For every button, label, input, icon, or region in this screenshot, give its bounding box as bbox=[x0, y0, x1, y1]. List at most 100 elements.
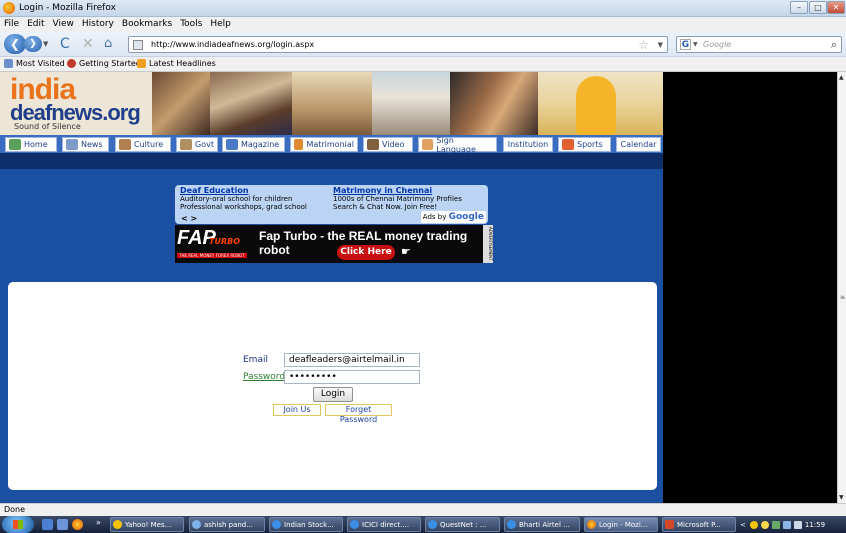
firefox-icon bbox=[587, 520, 596, 529]
taskbar-item-yahoo[interactable]: Yahoo! Mes... bbox=[110, 517, 184, 532]
switch-windows-icon[interactable] bbox=[57, 519, 68, 530]
chat-window-icon bbox=[192, 520, 201, 529]
nav-matrimonial[interactable]: Matrimonial bbox=[290, 137, 358, 152]
bookmark-star-icon[interactable]: ☆ bbox=[638, 38, 649, 52]
maximize-button[interactable]: □ bbox=[809, 1, 827, 14]
address-bar[interactable]: http://www.indiadeafnews.org/login.aspx … bbox=[128, 36, 668, 53]
nav-culture[interactable]: Culture bbox=[115, 137, 171, 152]
join-us-link[interactable]: Join Us bbox=[273, 404, 321, 416]
tray-network-icon[interactable] bbox=[771, 520, 780, 529]
history-dropdown-icon[interactable]: ▼ bbox=[43, 40, 48, 48]
fap-turbo-banner-ad[interactable]: FAP TURBO THE REAL MONEY FOREX ROBOT Fap… bbox=[175, 225, 493, 263]
show-desktop-icon[interactable] bbox=[42, 519, 53, 530]
tray-messenger-icon[interactable] bbox=[749, 520, 758, 529]
menu-bar: File Edit View History Bookmarks Tools Help bbox=[0, 17, 846, 32]
taskbar-item-ashish[interactable]: ashish pand... bbox=[189, 517, 265, 532]
windows-logo-icon bbox=[13, 520, 23, 529]
reload-button[interactable]: C bbox=[60, 36, 70, 52]
taskbar-clock[interactable]: 11:59 bbox=[805, 521, 825, 529]
password-field[interactable]: ••••••••• bbox=[284, 370, 420, 384]
google-engine-icon[interactable]: G bbox=[680, 39, 691, 50]
nav-magazine[interactable]: Magazine bbox=[222, 137, 285, 152]
menu-edit[interactable]: Edit bbox=[27, 17, 44, 32]
bookmarks-toolbar: Most Visited Getting Started Latest Head… bbox=[0, 57, 846, 72]
menu-view[interactable]: View bbox=[53, 17, 74, 32]
tray-collapse-icon[interactable]: < bbox=[740, 521, 746, 529]
nav-calendar[interactable]: Calendar bbox=[616, 137, 661, 152]
ads-by-google-link[interactable]: Ads by Google bbox=[420, 211, 486, 223]
minimize-button[interactable]: – bbox=[790, 1, 808, 14]
ad-matrimony-chennai[interactable]: Matrimony in Chennai 1000s of Chennai Ma… bbox=[333, 187, 462, 212]
forward-button[interactable]: ❯ bbox=[24, 36, 42, 52]
news-nav-icon bbox=[66, 139, 78, 150]
menu-help[interactable]: Help bbox=[210, 17, 231, 32]
window-title: Login - Mozilla Firefox bbox=[19, 3, 116, 13]
nav-sports[interactable]: Sports bbox=[558, 137, 611, 152]
scroll-down-icon[interactable]: ▼ bbox=[839, 494, 844, 501]
menu-bookmarks[interactable]: Bookmarks bbox=[122, 17, 172, 32]
taskbar-item-icici[interactable]: ICICI direct.... bbox=[347, 517, 421, 532]
nav-govt[interactable]: Govt bbox=[176, 137, 218, 152]
taskbar-item-firefox-login[interactable]: Login - Mozi... bbox=[584, 517, 658, 532]
forgot-password-link[interactable]: Forget Password bbox=[325, 404, 392, 424]
taskbar-item-indian-stock[interactable]: Indian Stock... bbox=[269, 517, 343, 532]
banner-photo-2 bbox=[210, 72, 292, 135]
nav-institution[interactable]: Institution bbox=[503, 137, 553, 152]
bookmark-latest-headlines[interactable]: Latest Headlines bbox=[137, 59, 216, 68]
status-bar: Done bbox=[0, 503, 846, 516]
taskbar-item-bharti-airtel[interactable]: Bharti Airtel ... bbox=[504, 517, 580, 532]
login-button[interactable]: Login bbox=[313, 387, 353, 402]
ie-icon bbox=[350, 520, 359, 529]
search-input[interactable]: Google bbox=[703, 40, 731, 49]
banner-photo-taj bbox=[372, 72, 450, 135]
nav-video[interactable]: Video bbox=[363, 137, 413, 152]
nav-sign-language[interactable]: Sign Language bbox=[418, 136, 497, 154]
scroll-grip-icon[interactable]: ≡ bbox=[840, 294, 845, 301]
ad-click-here-button[interactable]: Click Here bbox=[337, 245, 395, 260]
email-field[interactable]: deafleaders@airtelmail.in bbox=[284, 353, 420, 367]
site-favicon-icon bbox=[133, 40, 143, 50]
firefox-quicklaunch-icon[interactable] bbox=[72, 519, 83, 530]
banner-photo-1 bbox=[152, 72, 210, 135]
tray-display-icon[interactable] bbox=[782, 520, 791, 529]
vertical-scrollbar[interactable]: ▲ ≡ ▼ bbox=[837, 72, 846, 503]
taskbar-item-microsoft-p[interactable]: Microsoft P... bbox=[662, 517, 736, 532]
back-button[interactable]: ❮ bbox=[4, 34, 26, 54]
stop-button[interactable]: ✕ bbox=[82, 36, 94, 52]
banner-photo-3 bbox=[292, 72, 372, 135]
engine-dropdown-icon[interactable]: ▼ bbox=[693, 41, 698, 48]
url-dropdown-icon[interactable]: ▼ bbox=[658, 41, 663, 49]
menu-tools[interactable]: Tools bbox=[180, 17, 202, 32]
nav-news[interactable]: News bbox=[62, 137, 109, 152]
bookmark-getting-started[interactable]: Getting Started bbox=[67, 59, 141, 68]
close-button[interactable]: ✕ bbox=[827, 1, 845, 14]
home-button[interactable]: ⌂ bbox=[104, 36, 112, 51]
matrimonial-nav-icon bbox=[294, 139, 304, 150]
tray-shield-icon[interactable] bbox=[760, 520, 769, 529]
password-label: Password bbox=[243, 372, 286, 382]
menu-history[interactable]: History bbox=[82, 17, 114, 32]
address-url[interactable]: http://www.indiadeafnews.org/login.aspx bbox=[151, 40, 314, 49]
page-right-background bbox=[663, 72, 837, 503]
header-divider-band bbox=[0, 153, 663, 169]
search-bar[interactable]: G ▼ Google ⌕ bbox=[676, 36, 842, 53]
nav-home[interactable]: Home bbox=[5, 137, 57, 152]
volume-icon[interactable] bbox=[793, 520, 802, 529]
ie-icon bbox=[507, 520, 516, 529]
menu-file[interactable]: File bbox=[4, 17, 19, 32]
ad-side-label: ADVERTISEMENT bbox=[483, 225, 493, 263]
ad-deaf-education[interactable]: Deaf Education Auditory-oral school for … bbox=[180, 187, 307, 212]
scroll-up-icon[interactable]: ▲ bbox=[839, 74, 844, 81]
taskbar-item-questnet[interactable]: QuestNet : ... bbox=[425, 517, 500, 532]
start-button[interactable] bbox=[2, 516, 34, 533]
culture-nav-icon bbox=[119, 139, 131, 150]
quicklaunch-chevron[interactable]: » bbox=[96, 518, 101, 527]
sign-language-nav-icon bbox=[422, 139, 434, 150]
search-icon[interactable]: ⌕ bbox=[831, 38, 837, 52]
login-panel: Email deafleaders@airtelmail.in Password… bbox=[8, 282, 657, 490]
video-nav-icon bbox=[367, 139, 379, 150]
bookmark-most-visited[interactable]: Most Visited bbox=[4, 59, 65, 68]
status-text: Done bbox=[4, 505, 26, 514]
ad-nav-arrows[interactable]: < > bbox=[181, 214, 197, 223]
magazine-nav-icon bbox=[226, 139, 238, 150]
